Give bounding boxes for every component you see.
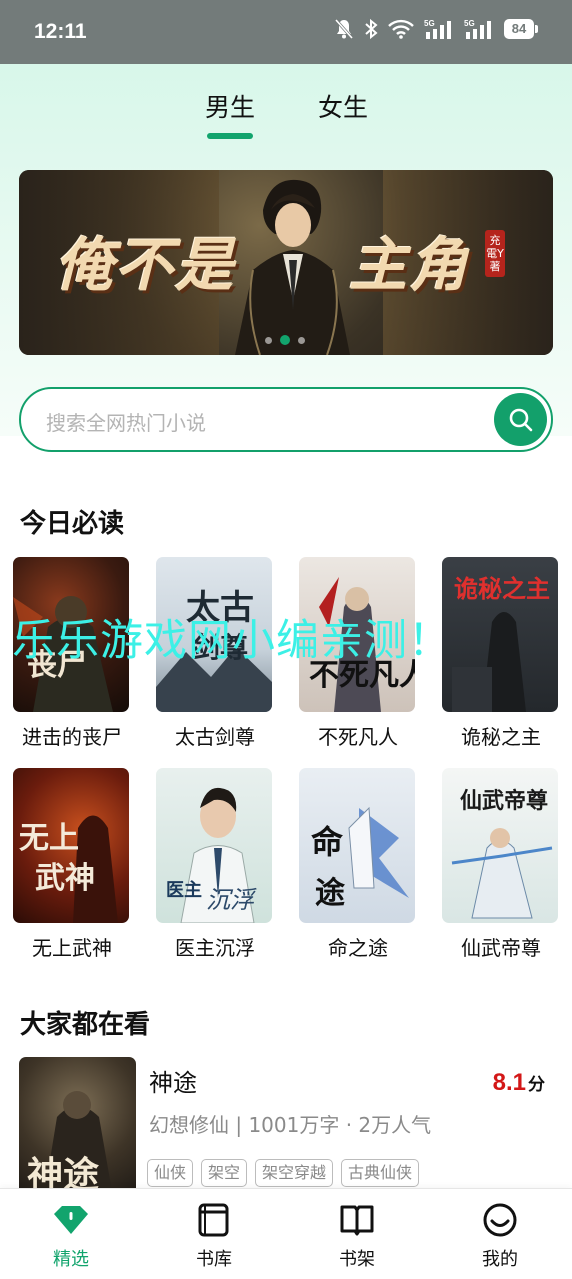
search-button[interactable] xyxy=(494,393,547,446)
nav-label: 精选 xyxy=(53,1249,89,1270)
book-title: 神途 xyxy=(149,1069,197,1097)
svg-text:武神: 武神 xyxy=(35,861,95,896)
book-cover: 医主 沉浮 xyxy=(156,768,272,923)
book-card[interactable]: 命途 命之途 xyxy=(299,768,417,960)
promo-banner[interactable]: 俺不是 主角 充電Y著 xyxy=(19,170,553,355)
svg-text:途: 途 xyxy=(315,876,346,911)
svg-text:5G: 5G xyxy=(424,19,435,28)
pagination-dot-active xyxy=(280,335,290,345)
tag[interactable]: 古典仙侠 xyxy=(341,1159,420,1187)
score-unit: 分 xyxy=(528,1075,545,1094)
search-input[interactable]: 搜索全网热门小说 xyxy=(46,407,206,436)
banner-title-left: 俺不是 xyxy=(55,231,236,299)
book-card[interactable]: 医主 沉浮 医主沉浮 xyxy=(156,768,274,960)
nav-label: 书架 xyxy=(339,1249,375,1270)
book-card[interactable]: 诡秘之主 诡秘之主 xyxy=(442,557,560,749)
book-title: 太古剑尊 xyxy=(175,725,255,749)
smiley-icon xyxy=(483,1203,517,1237)
score-value: 8.1 xyxy=(492,1069,526,1096)
book-title: 仙武帝尊 xyxy=(461,936,541,960)
book-cover: 仙武帝尊 xyxy=(442,768,558,923)
svg-text:无上: 无上 xyxy=(19,821,79,856)
book-cover: 诡秘之主 xyxy=(442,557,558,712)
book-card[interactable]: 无上 武神 无上武神 xyxy=(13,768,131,960)
svg-text:沉浮: 沉浮 xyxy=(206,886,257,914)
pagination-dot xyxy=(265,336,272,344)
nav-featured[interactable]: 精选 xyxy=(31,1201,111,1271)
nav-label: 我的 xyxy=(482,1249,518,1270)
svg-text:医主: 医主 xyxy=(166,879,202,901)
bottom-nav: 精选 书库 书架 我的 xyxy=(0,1188,572,1279)
book-meta: 幻想修仙 | 1001万字 · 2万人气 xyxy=(149,1113,432,1137)
status-icons: 5G 5G 84 xyxy=(334,18,538,40)
book-tags: 仙侠 架空 架空穿越 古典仙侠 xyxy=(147,1159,420,1187)
section-title-today: 今日必读 xyxy=(20,509,125,539)
tag[interactable]: 架空 xyxy=(201,1159,248,1187)
diamond-icon xyxy=(54,1206,88,1234)
book-title: 医主沉浮 xyxy=(175,936,255,960)
status-bar: 12:11 5G 5G 84 xyxy=(0,0,572,64)
banner-character-illustration xyxy=(235,179,350,355)
nav-bookshelf[interactable]: 书架 xyxy=(317,1201,397,1271)
signal-5g-icon: 5G xyxy=(424,18,454,40)
tab-female[interactable]: 女生 xyxy=(318,88,368,124)
svg-text:5G: 5G xyxy=(464,19,475,28)
open-book-icon xyxy=(340,1205,374,1236)
banner-author-tag: 充電Y著 xyxy=(485,230,505,277)
svg-text:命: 命 xyxy=(311,823,344,861)
svg-text:仙武帝尊: 仙武帝尊 xyxy=(460,788,548,814)
book-title: 无上武神 xyxy=(32,936,112,960)
book-cover: 命途 xyxy=(299,768,415,923)
search-bar[interactable]: 搜索全网热门小说 xyxy=(19,387,553,452)
watermark-text: 乐乐游戏网小编亲测！ xyxy=(12,616,452,666)
tag[interactable]: 仙侠 xyxy=(147,1159,194,1187)
pagination-dot xyxy=(298,336,305,344)
book-title: 不死凡人 xyxy=(318,725,398,749)
popular-book-item[interactable]: 神途 神途 8.1 分 幻想修仙 | 1001万字 · 2万人气 仙侠 架空 架空… xyxy=(19,1057,553,1197)
search-icon xyxy=(509,408,532,431)
bluetooth-icon xyxy=(364,18,378,40)
tab-indicator xyxy=(207,133,253,139)
book-score: 8.1 分 xyxy=(493,1069,545,1097)
section-title-popular: 大家都在看 xyxy=(20,1010,151,1040)
book-title: 命之途 xyxy=(328,936,388,960)
library-icon xyxy=(198,1203,229,1237)
signal-5g-icon: 5G xyxy=(464,18,494,40)
battery-icon: 84 xyxy=(504,19,538,39)
book-title: 诡秘之主 xyxy=(461,725,541,749)
book-title: 进击的丧尸 xyxy=(22,725,122,749)
svg-text:诡秘之主: 诡秘之主 xyxy=(454,574,550,603)
nav-mine[interactable]: 我的 xyxy=(460,1201,540,1271)
banner-pagination xyxy=(265,335,305,345)
book-card[interactable]: 仙武帝尊 仙武帝尊 xyxy=(442,768,560,960)
nav-label: 书库 xyxy=(196,1249,232,1270)
tag[interactable]: 架空穿越 xyxy=(255,1159,334,1187)
banner-title-right: 主角 xyxy=(349,231,470,299)
book-cover: 神途 xyxy=(19,1057,136,1197)
book-cover: 无上武神 xyxy=(13,768,129,923)
nav-library[interactable]: 书库 xyxy=(174,1201,254,1271)
mute-icon xyxy=(334,18,354,40)
battery-level: 84 xyxy=(504,19,534,39)
tab-male[interactable]: 男生 xyxy=(205,88,255,124)
wifi-icon xyxy=(388,19,414,39)
status-time: 12:11 xyxy=(34,20,87,43)
